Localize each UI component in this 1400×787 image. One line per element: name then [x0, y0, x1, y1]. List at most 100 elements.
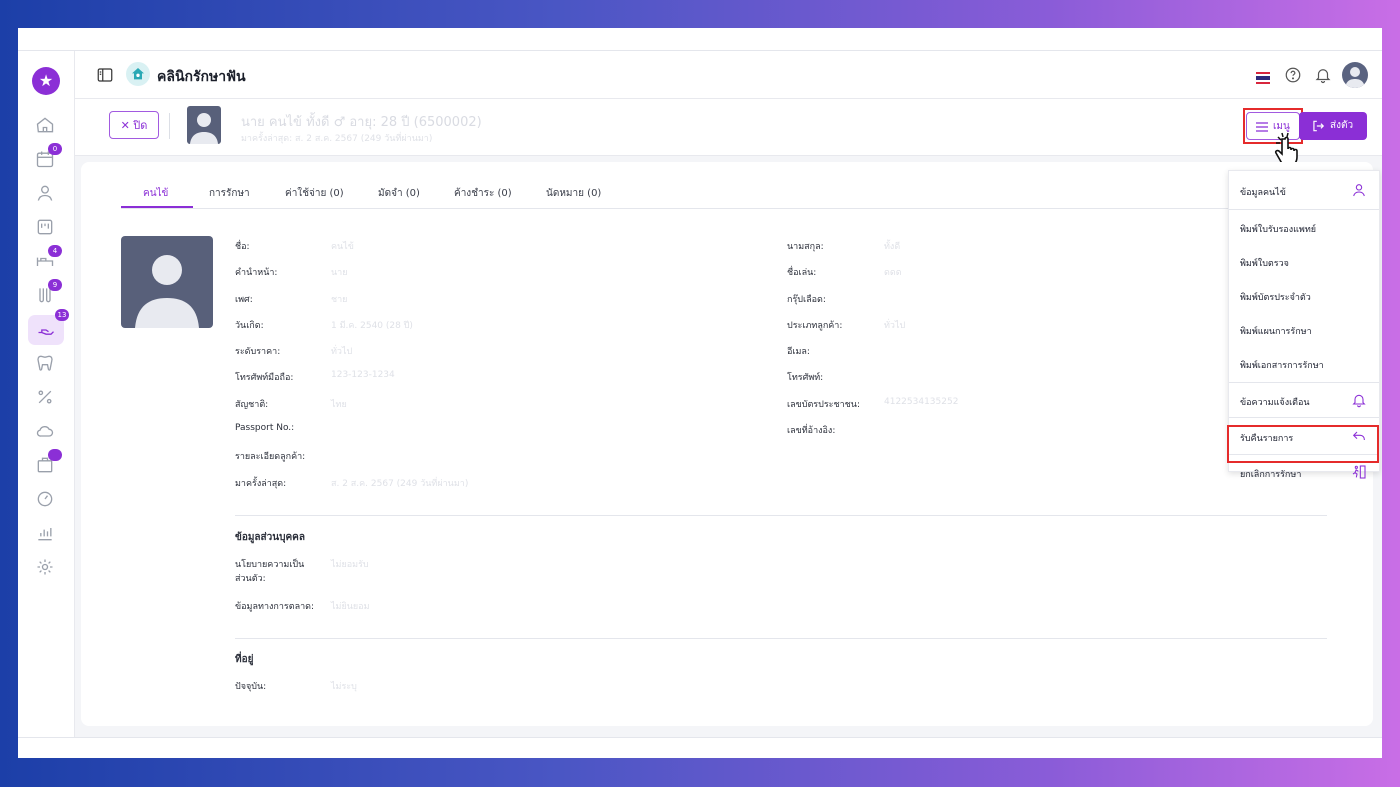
field-value: ทั่วไป — [884, 321, 906, 331]
dashboard-gauge-icon[interactable] — [35, 489, 57, 511]
user-icon — [1351, 182, 1367, 198]
section-divider — [235, 638, 1327, 639]
calendar-icon[interactable]: 0 — [35, 143, 62, 171]
bell-icon[interactable] — [1314, 66, 1332, 84]
menu-item-label: ยกเลิกการรักษา — [1240, 470, 1302, 480]
field-label: อีเมล: — [787, 347, 810, 357]
bell-icon — [1351, 392, 1367, 408]
tooth-icon[interactable] — [35, 353, 57, 375]
login-arrow-icon — [1313, 120, 1325, 132]
menu-item-label: ข้อมูลคนไข้ — [1240, 188, 1286, 198]
field-label: คำนำหน้า: — [235, 268, 278, 278]
field-label: เลขที่อ้างอิง: — [787, 426, 836, 436]
section-divider — [235, 515, 1327, 516]
box-icon[interactable] — [35, 449, 62, 477]
field-label: โทรศัพท์มือถือ: — [235, 373, 294, 383]
user-avatar[interactable] — [1342, 62, 1368, 88]
field-value: ทั่วไป — [331, 347, 353, 357]
privacy-label: นโยบายความเป็น — [235, 560, 305, 570]
send-patient-label: ส่งตัว — [1330, 120, 1354, 131]
field-value: นาย — [331, 268, 348, 278]
address-current-value: ไม่ระบุ — [331, 682, 357, 692]
menu-item-label: พิมพ์ใบตรวจ — [1240, 259, 1289, 269]
sidebar-toggle-icon[interactable] — [96, 66, 114, 84]
bed-badge: 4 — [48, 245, 62, 257]
highlight-box-cancel-treatment — [1227, 425, 1379, 463]
close-button[interactable]: ✕ ปิด — [109, 111, 159, 139]
marketing-value: ไม่ยินยอม — [331, 602, 370, 612]
patient-last-visit: มาครั้งล่าสุด: ส. 2 ส.ค. 2567 (249 วันที… — [241, 134, 433, 144]
menu-item-print-treatment-plan[interactable]: พิมพ์แผนการรักษา — [1229, 312, 1379, 346]
home-icon[interactable] — [35, 115, 57, 137]
settings-gear-icon[interactable] — [35, 557, 57, 579]
patient-card: คนไข้ การรักษา ค่าใช้จ่าย (0) มัดจำ (0) … — [81, 162, 1373, 726]
field-label: เลขบัตรประชาชน: — [787, 400, 860, 410]
menu-item-label: ข้อความแจ้งเตือน — [1240, 398, 1310, 408]
divider — [169, 113, 170, 139]
clinic-name: คลินิกรักษาฟัน — [157, 69, 246, 85]
lab-badge: 9 — [48, 279, 62, 291]
menu-item-label: พิมพ์บัตรประจำตัว — [1240, 293, 1311, 303]
calendar-badge: 0 — [48, 143, 62, 155]
menu-item-print-exam[interactable]: พิมพ์ใบตรวจ — [1229, 244, 1379, 278]
user-icon[interactable] — [35, 183, 57, 205]
field-label: Passport No.: — [235, 423, 295, 433]
patient-tabs: คนไข้ การรักษา ค่าใช้จ่าย (0) มัดจำ (0) … — [121, 176, 1333, 209]
blank-overlay — [327, 502, 545, 726]
field-value: 1 มี.ค. 2540 (28 ปี) — [331, 321, 413, 331]
tab-deposit[interactable]: มัดจำ (0) — [378, 186, 420, 201]
treatment-hand-icon[interactable]: 13 — [28, 309, 69, 345]
marketing-label: ข้อมูลทางการตลาด: — [235, 602, 315, 612]
menu-item-print-medical-cert[interactable]: พิมพ์ใบรับรองแพทย์ — [1229, 210, 1379, 244]
board-icon[interactable] — [35, 217, 57, 239]
tab-outstanding[interactable]: ค้างชำระ (0) — [454, 186, 512, 201]
screen-frame: ★ 0 4 9 13 คลินิกรักษาฟัน ✕ ปิด นาย คนไข… — [18, 28, 1382, 758]
field-value: ทั้งดี — [884, 242, 901, 252]
menu-item-label: พิมพ์เอกสารการรักษา — [1240, 361, 1324, 371]
field-label: เพศ: — [235, 295, 253, 305]
tab-treatment[interactable]: การรักษา — [209, 186, 250, 201]
patient-avatar — [187, 106, 221, 144]
patient-bar: ✕ ปิด นาย คนไข้ ทั้งดี ♂ อายุ: 28 ปี (65… — [75, 99, 1382, 167]
menu-item-label: พิมพ์แผนการรักษา — [1240, 327, 1312, 337]
tab-patient[interactable]: คนไข้ — [143, 186, 168, 201]
field-value: 123-123-1234 — [331, 370, 395, 380]
tab-appointments[interactable]: นัดหมาย (0) — [546, 186, 601, 201]
app-logo-star-icon[interactable]: ★ — [32, 67, 60, 95]
tab-expenses[interactable]: ค่าใช้จ่าย (0) — [285, 186, 344, 201]
treatment-badge: 13 — [55, 309, 69, 321]
clinic-home-icon — [126, 62, 150, 86]
field-value: ไทย — [331, 400, 347, 410]
help-circle-icon[interactable] — [1284, 66, 1302, 84]
field-label: รายละเอียดลูกค้า: — [235, 452, 306, 462]
menu-item-patient-info[interactable]: ข้อมูลคนไข้ — [1229, 173, 1379, 207]
field-value: ส. 2 ส.ค. 2567 (249 วันที่ผ่านมา) — [331, 479, 469, 489]
field-value: 4122534135252 — [884, 397, 959, 407]
address-section-title: ที่อยู่ — [235, 654, 254, 665]
sidebar: ★ 0 4 9 13 — [18, 51, 75, 737]
field-label: วันเกิด: — [235, 321, 264, 331]
percent-icon[interactable] — [35, 387, 57, 409]
field-label: โทรศัพท์: — [787, 373, 824, 383]
personal-section-title: ข้อมูลส่วนบุคคล — [235, 532, 305, 543]
bed-icon[interactable]: 4 — [35, 245, 62, 273]
menu-item-print-id-card[interactable]: พิมพ์บัตรประจำตัว — [1229, 278, 1379, 312]
patient-name: นาย คนไข้ ทั้งดี ♂ อายุ: 28 ปี (6500002) — [241, 115, 482, 130]
menu-item-print-treatment-docs[interactable]: พิมพ์เอกสารการรักษา — [1229, 346, 1379, 380]
top-header: คลินิกรักษาฟัน — [75, 51, 1382, 99]
field-label: สัญชาติ: — [235, 400, 269, 410]
active-tab-underline — [121, 206, 193, 208]
address-current-label: ปัจจุบัน: — [235, 682, 267, 692]
lab-tubes-icon[interactable]: 9 — [35, 279, 62, 307]
field-value: ชาย — [331, 295, 348, 305]
box-dot-badge — [48, 449, 62, 461]
cloud-icon[interactable] — [35, 421, 57, 443]
privacy-value: ไม่ยอมรับ — [331, 560, 369, 570]
field-label: ระดับราคา: — [235, 347, 281, 357]
exit-runner-icon — [1351, 464, 1367, 480]
thailand-flag-icon[interactable] — [1256, 69, 1270, 84]
report-chart-icon[interactable] — [35, 523, 57, 545]
menu-item-notifications[interactable]: ข้อความแจ้งเตือน — [1229, 383, 1379, 417]
field-label: ชื่อเล่น: — [787, 268, 817, 278]
field-label: มาครั้งล่าสุด: — [235, 479, 287, 489]
